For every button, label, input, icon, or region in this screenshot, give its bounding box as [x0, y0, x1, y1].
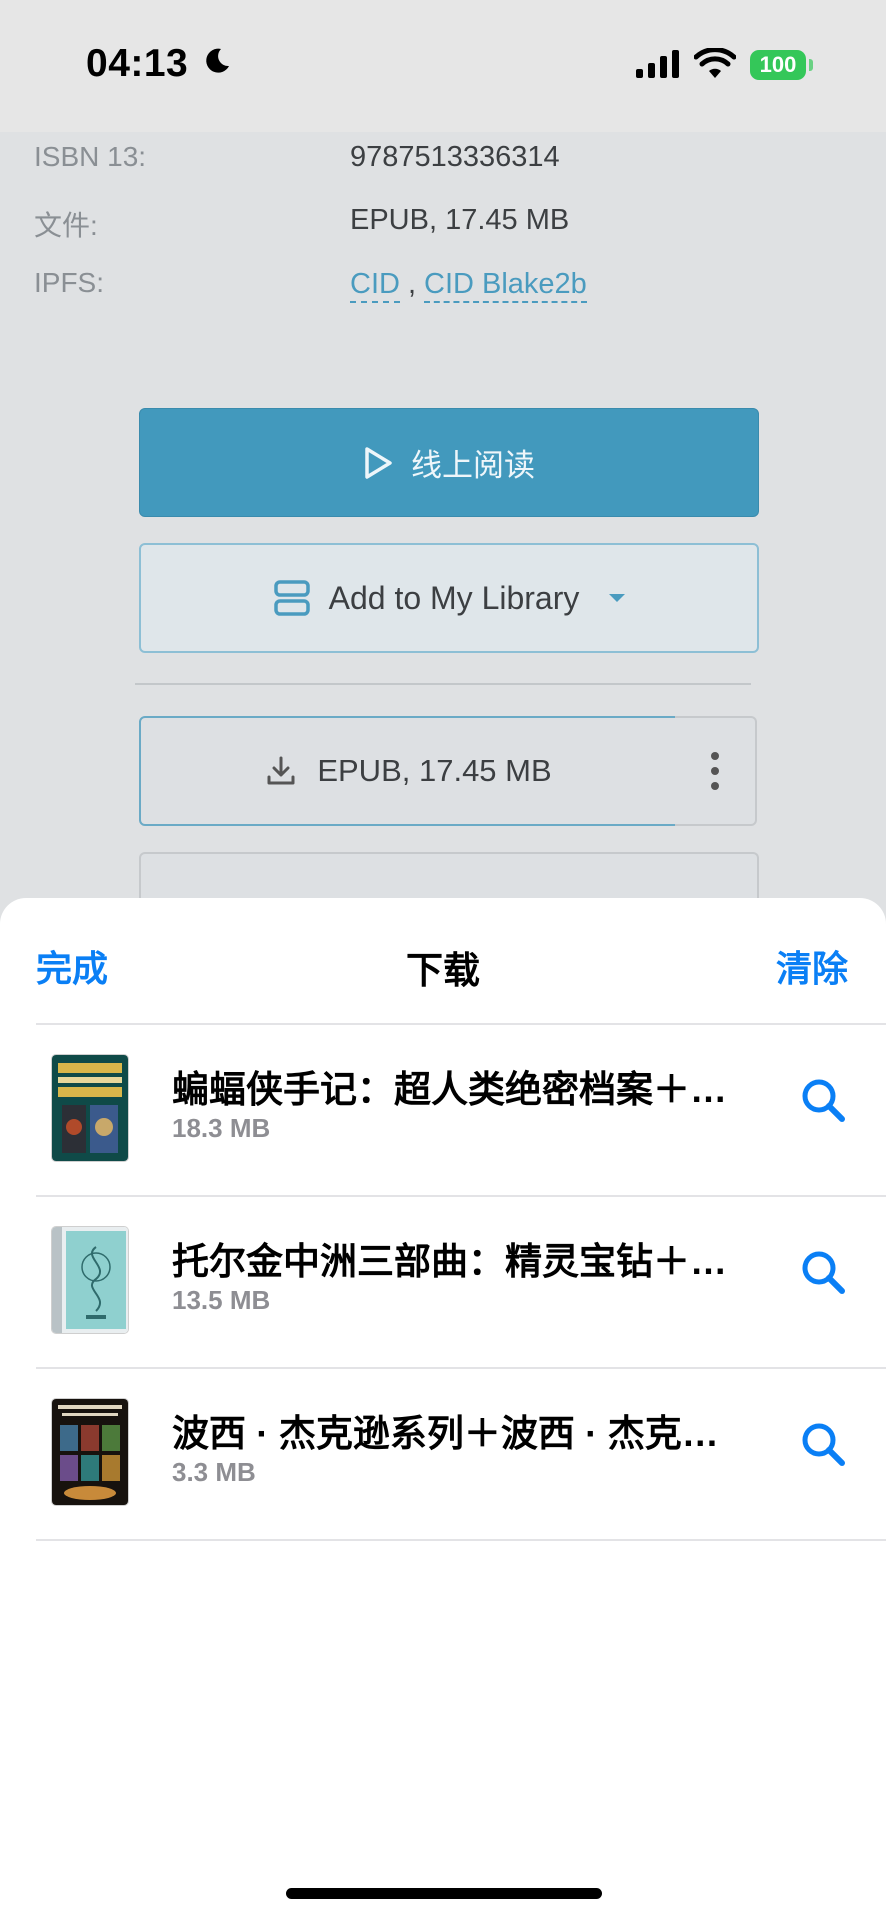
download-item[interactable]: 蝙蝠侠手记：超人类绝密档案＋… 18.3 MB [0, 1025, 886, 1195]
download-item-title: 托尔金中洲三部曲：精灵宝钻＋… [172, 1241, 727, 1282]
isbn-value: 9787513336314 [350, 141, 560, 173]
download-epub-button[interactable]: EPUB, 17.45 MB [139, 716, 678, 826]
ipfs-label: IPFS: [34, 267, 105, 298]
file-value: EPUB, 17.45 MB [350, 204, 570, 236]
add-to-library-label: Add to My Library [328, 579, 580, 616]
play-icon [365, 446, 392, 479]
search-icon[interactable] [800, 1077, 846, 1123]
cid-blake2b-link[interactable]: CID Blake2b [424, 268, 587, 303]
download-item[interactable]: 托尔金中洲三部曲：精灵宝钻＋… 13.5 MB [0, 1197, 886, 1367]
chevron-down-icon [609, 594, 626, 602]
add-to-library-button[interactable]: Add to My Library [139, 543, 759, 653]
battery-tip [809, 59, 813, 71]
separator [36, 1539, 886, 1541]
download-item-title: 波西 · 杰克逊系列＋波西 · 杰克… [172, 1413, 719, 1454]
cid-link[interactable]: CID [350, 268, 400, 303]
ipfs-links: CID, CID Blake2b [350, 268, 587, 303]
download-item-size: 13.5 MB [172, 1285, 271, 1315]
search-icon[interactable] [800, 1421, 846, 1467]
moon-icon [206, 48, 229, 73]
book-cover-thumbnail [52, 1227, 128, 1333]
book-cover-thumbnail [52, 1055, 128, 1161]
read-online-button[interactable]: 线上阅读 [139, 408, 759, 517]
download-item-size: 18.3 MB [172, 1113, 271, 1143]
download-icon [267, 756, 295, 785]
library-icon [273, 580, 310, 616]
read-online-label: 线上阅读 [411, 448, 535, 483]
search-icon[interactable] [800, 1249, 846, 1295]
cellular-signal-icon [636, 50, 679, 78]
sheet-title: 下载 [406, 950, 480, 991]
download-item-size: 3.3 MB [172, 1457, 256, 1487]
battery-indicator: 100 [750, 50, 806, 80]
home-indicator[interactable] [286, 1888, 602, 1899]
download-item[interactable]: 波西 · 杰克逊系列＋波西 · 杰克… 3.3 MB [0, 1369, 886, 1539]
status-time: 04:13 [86, 42, 189, 85]
status-bar: 04:13 100 [0, 0, 886, 132]
more-vertical-icon [711, 752, 719, 790]
book-cover-thumbnail [52, 1399, 128, 1505]
more-options-button[interactable] [675, 716, 757, 826]
clear-button[interactable]: 清除 [776, 940, 848, 992]
isbn-label: ISBN 13: [34, 141, 147, 172]
ipfs-separator: , [407, 268, 417, 300]
wifi-icon [694, 48, 736, 78]
download-label: EPUB, 17.45 MB [317, 753, 552, 788]
divider [135, 683, 751, 685]
file-label: 文件: [34, 210, 98, 241]
download-item-title: 蝙蝠侠手记：超人类绝密档案＋… [172, 1069, 727, 1110]
